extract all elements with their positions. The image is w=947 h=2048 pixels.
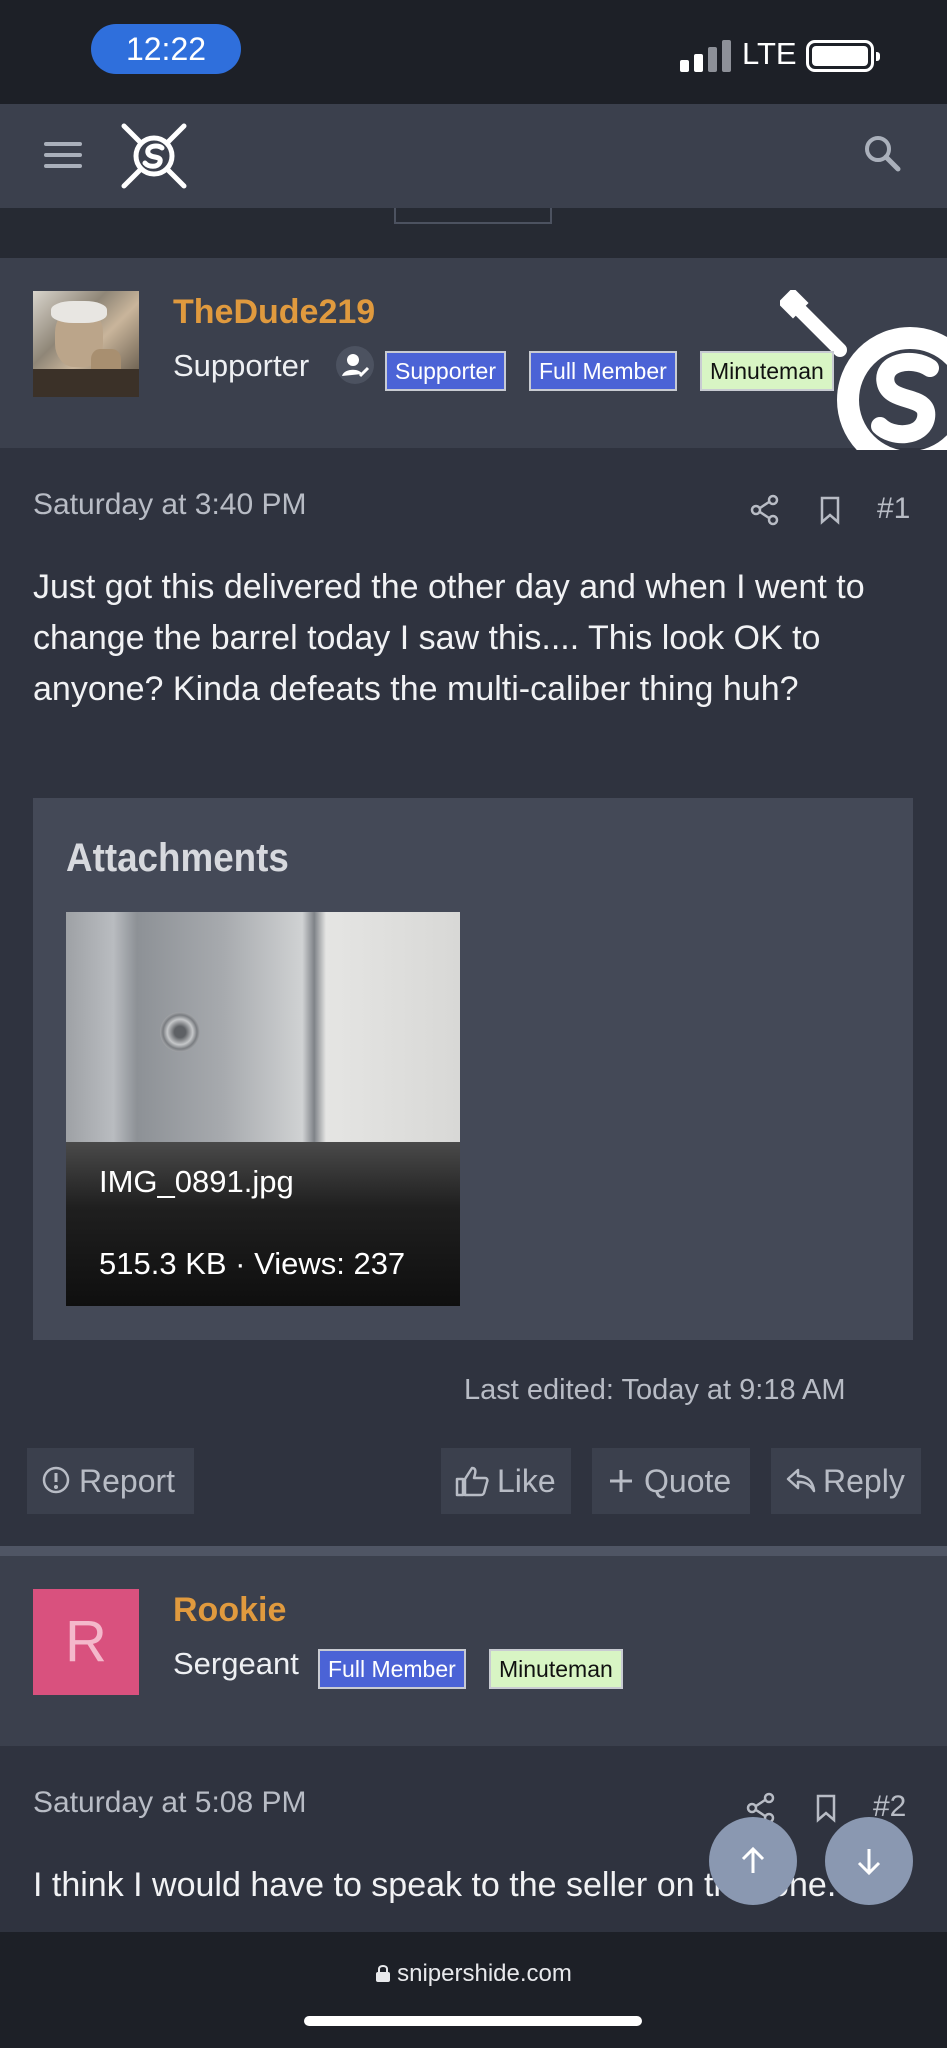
badge-full-member: Full Member [529,351,677,391]
post-text: Just got this delivered the other day an… [33,568,865,708]
post2-username[interactable]: Rookie [173,1591,286,1630]
report-button[interactable]: Report [27,1448,194,1514]
thumbs-up-icon [455,1466,489,1497]
attachment-filename[interactable]: IMG_0891.jpg [99,1164,294,1200]
like-button[interactable]: Like [441,1448,571,1514]
pagination-stub [394,208,552,224]
share-icon[interactable] [749,494,781,526]
post2-header [0,1556,947,1746]
scroll-down-button[interactable] [825,1817,913,1905]
bookmark-icon[interactable] [814,494,846,526]
post2-user-title: Sergeant [173,1646,299,1681]
quote-label: Quote [644,1463,732,1499]
reply-icon [786,1468,816,1493]
arrow-up-icon [741,1846,765,1873]
report-label: Report [79,1463,176,1499]
badge-minuteman: Minuteman [489,1649,623,1689]
avatar-letter[interactable]: R [33,1589,139,1695]
battery-icon [806,40,880,72]
scroll-up-button[interactable] [709,1817,797,1905]
report-icon [42,1466,70,1494]
badge-supporter: Supporter [385,351,507,391]
signal-icon [680,40,732,72]
post-username[interactable]: TheDude219 [173,293,375,332]
site-logo-icon[interactable] [118,120,190,192]
lock-icon [376,1965,391,1982]
quote-button[interactable]: Quote [592,1448,750,1514]
arrow-down-icon [857,1849,881,1876]
url-text: snipershide.com [397,1960,572,1987]
avatar[interactable] [33,291,139,397]
user-edit-icon [336,346,374,384]
home-indicator[interactable] [304,2016,642,2026]
reply-label: Reply [823,1463,905,1499]
reply-button[interactable]: Reply [771,1448,921,1514]
post-date[interactable]: Saturday at 3:40 PM [33,488,307,522]
user-title: Supporter [173,348,310,383]
network-label: LTE [742,36,797,71]
like-label: Like [497,1463,556,1499]
status-time[interactable]: 12:22 [91,24,241,74]
attachments-title: Attachments [66,836,289,880]
post-number[interactable]: #1 [877,492,910,526]
badge-full-member: Full Member [318,1649,466,1689]
post-divider [0,1546,947,1556]
last-edited[interactable]: Last edited: Today at 9:18 AM [464,1374,846,1407]
search-icon[interactable] [862,133,902,173]
bookmark-icon[interactable] [810,1792,842,1824]
menu-icon[interactable] [44,140,84,170]
post2-date[interactable]: Saturday at 5:08 PM [33,1786,307,1820]
browser-bar [0,1932,947,2048]
badge-minuteman: Minuteman [700,351,834,391]
attachment-meta: 515.3 KB · Views: 237 [99,1246,406,1281]
plus-icon [610,1470,632,1492]
url-bar[interactable]: snipershide.com [0,1960,947,1988]
